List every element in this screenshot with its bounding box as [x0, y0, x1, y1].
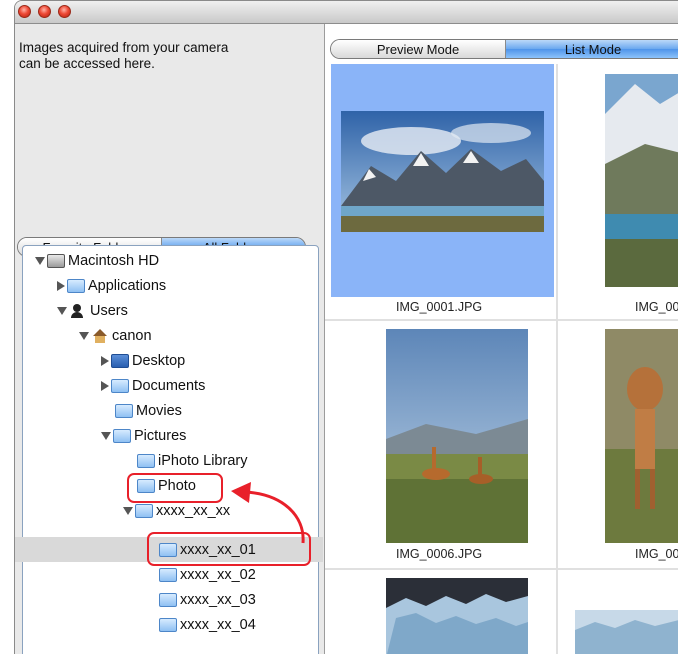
- grid-divider: [556, 64, 558, 654]
- thumbnail-caption: IMG_000: [635, 547, 678, 561]
- thumbnail-cell[interactable]: [331, 570, 554, 654]
- annotation-arrow-icon: [231, 482, 305, 544]
- info-line-2: can be accessed here.: [19, 56, 155, 71]
- thumbnail-image: [386, 578, 528, 654]
- thumbnail-cell[interactable]: IMG_0001.JPG: [331, 64, 554, 319]
- thumbnail-pane: Preview Mode List Mode IMG_0001.JPG IMG_…: [325, 24, 678, 654]
- thumbnail-cell[interactable]: IMG_0006.JPG: [331, 321, 554, 568]
- thumbnail-image: [575, 610, 678, 654]
- thumbnail-cell[interactable]: [565, 570, 678, 654]
- title-bar: [15, 1, 678, 24]
- mode-tabs: Preview Mode List Mode: [330, 39, 678, 59]
- thumbnail-image: [341, 111, 544, 232]
- thumbnail-image: [605, 329, 678, 543]
- minimize-button[interactable]: [38, 5, 51, 18]
- thumbnail-cell[interactable]: IMG_000: [565, 321, 678, 568]
- thumbnail-image: [605, 74, 678, 287]
- close-button[interactable]: [18, 5, 31, 18]
- thumbnail-cell[interactable]: IMG_000: [565, 64, 678, 319]
- info-text: Images acquired from your camera can be …: [19, 40, 309, 72]
- zoom-button[interactable]: [58, 5, 71, 18]
- thumbnail-caption: IMG_000: [635, 300, 678, 314]
- left-pane: Images acquired from your camera can be …: [15, 24, 325, 654]
- tab-list-mode[interactable]: List Mode: [505, 40, 678, 58]
- info-line-1: Images acquired from your camera: [19, 40, 229, 55]
- thumbnail-image: [386, 329, 528, 543]
- thumbnail-caption: IMG_0006.JPG: [396, 547, 483, 561]
- folder-tree: Macintosh HD Applications Users canon De: [15, 245, 323, 654]
- app-window: Images acquired from your camera can be …: [14, 0, 678, 654]
- thumbnail-caption: IMG_0001.JPG: [396, 300, 483, 314]
- tab-preview-mode[interactable]: Preview Mode: [331, 40, 505, 58]
